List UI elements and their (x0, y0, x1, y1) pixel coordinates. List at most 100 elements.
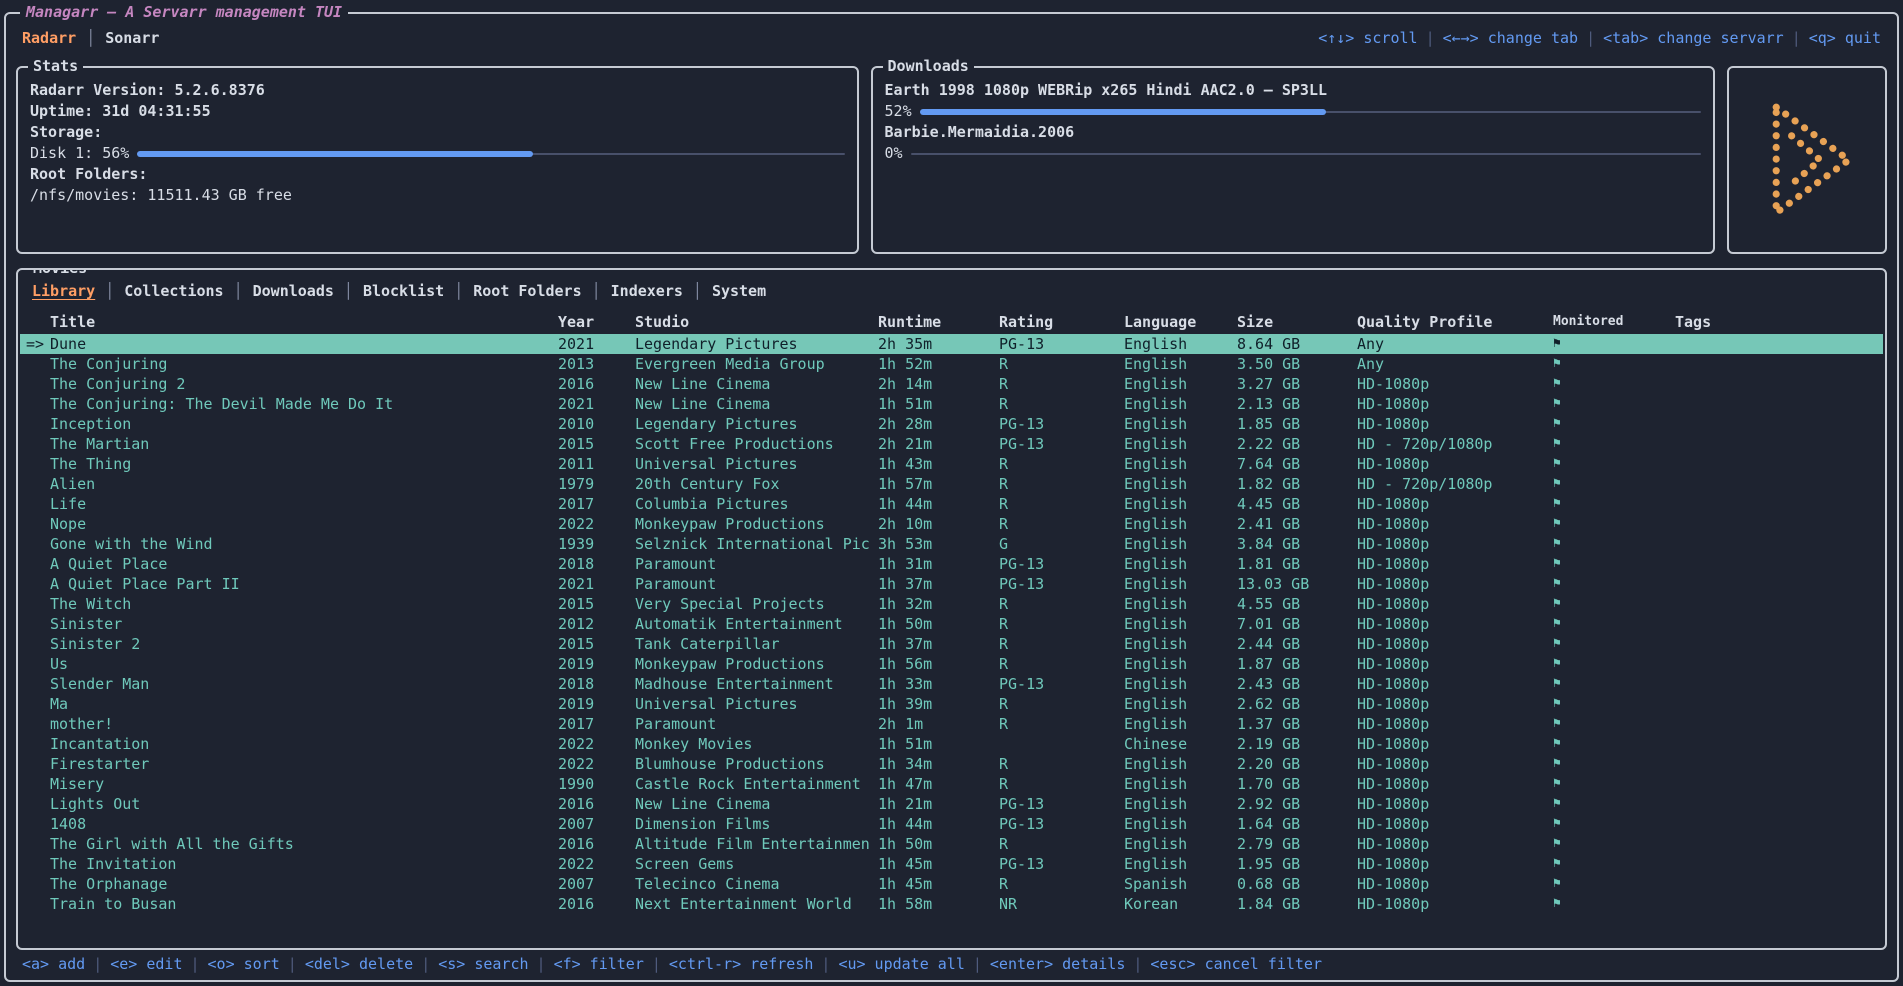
movie-row[interactable]: Inception2010Legendary Pictures2h 28mPG-… (20, 414, 1883, 434)
movie-row[interactable]: A Quiet Place Part II2021Paramount1h 37m… (20, 574, 1883, 594)
movie-row[interactable]: The Conjuring 22016New Line Cinema2h 14m… (20, 374, 1883, 394)
movie-rating: PG-13 (999, 674, 1124, 694)
monitored-flag-icon: ⚑ (1553, 454, 1675, 474)
movie-row[interactable]: The Invitation2022Screen Gems1h 45mPG-13… (20, 854, 1883, 874)
monitored-flag-icon: ⚑ (1553, 714, 1675, 734)
movie-row[interactable]: The Conjuring: The Devil Made Me Do It20… (20, 394, 1883, 414)
movie-year: 2022 (558, 734, 635, 754)
movie-row[interactable]: Incantation2022Monkey Movies1h 51mChines… (20, 734, 1883, 754)
movie-rating: R (999, 634, 1124, 654)
movies-table-body: =>Dune2021Legendary Pictures2h 35mPG-13E… (20, 334, 1883, 914)
movies-table-header: TitleYearStudioRuntimeRatingLanguageSize… (20, 312, 1883, 332)
tab-separator: │ (582, 282, 611, 300)
servarr-tab-radarr[interactable]: Radarr (22, 29, 76, 47)
monitored-flag-icon: ⚑ (1553, 814, 1675, 834)
movie-row[interactable]: 14082007Dimension Films1h 44mPG-13Englis… (20, 814, 1883, 834)
tab-root-folders[interactable]: Root Folders (473, 282, 581, 300)
movie-year: 2016 (558, 794, 635, 814)
download-progress-gauge (920, 106, 1701, 118)
keybind-separator: | (813, 955, 838, 973)
movie-row[interactable]: Life2017Columbia Pictures1h 44mREnglish4… (20, 494, 1883, 514)
movies-table: TitleYearStudioRuntimeRatingLanguageSize… (18, 304, 1885, 914)
movie-row[interactable]: The Conjuring2013Evergreen Media Group1h… (20, 354, 1883, 374)
movie-studio: Monkey Movies (635, 734, 878, 754)
movie-title: Slender Man (50, 674, 558, 694)
movie-language: English (1124, 334, 1237, 354)
column-header-tags: Tags (1675, 312, 1883, 332)
movie-language: English (1124, 574, 1237, 594)
movie-row[interactable]: Gone with the Wind1939Selznick Internati… (20, 534, 1883, 554)
servarr-tab-sonarr[interactable]: Sonarr (105, 29, 159, 47)
movie-row[interactable]: Sinister 22015Tank Caterpillar1h 37mREng… (20, 634, 1883, 654)
movie-row[interactable]: Lights Out2016New Line Cinema1h 21mPG-13… (20, 794, 1883, 814)
movie-rating: PG-13 (999, 554, 1124, 574)
movie-title: mother! (50, 714, 558, 734)
movie-runtime: 1h 37m (878, 634, 999, 654)
row-selection-prefix: => (20, 334, 50, 354)
movie-row[interactable]: Alien197920th Century Fox1h 57mREnglish1… (20, 474, 1883, 494)
movie-row[interactable]: The Orphanage2007Telecinco Cinema1h 45mR… (20, 874, 1883, 894)
movie-size: 4.55 GB (1237, 594, 1357, 614)
movie-size: 2.13 GB (1237, 394, 1357, 414)
movie-row[interactable]: Firestarter2022Blumhouse Productions1h 3… (20, 754, 1883, 774)
tab-blocklist[interactable]: Blocklist (363, 282, 444, 300)
movie-quality-profile: HD - 720p/1080p (1357, 474, 1553, 494)
movie-title: The Invitation (50, 854, 558, 874)
movie-rating: R (999, 874, 1124, 894)
movie-row[interactable]: =>Dune2021Legendary Pictures2h 35mPG-13E… (20, 334, 1883, 354)
movie-row[interactable]: Us2019Monkeypaw Productions1h 56mREnglis… (20, 654, 1883, 674)
download-progress-gauge (911, 148, 1701, 160)
tab-system[interactable]: System (712, 282, 766, 300)
movie-row[interactable]: Slender Man2018Madhouse Entertainment1h … (20, 674, 1883, 694)
stats-body: Radarr Version: 5.2.6.8376 Uptime: 31d 0… (18, 68, 857, 206)
movie-row[interactable]: Nope2022Monkeypaw Productions2h 10mREngl… (20, 514, 1883, 534)
movie-row[interactable]: The Witch2015Very Special Projects1h 32m… (20, 594, 1883, 614)
tab-collections[interactable]: Collections (124, 282, 223, 300)
monitored-flag-icon: ⚑ (1553, 854, 1675, 874)
movie-quality-profile: HD-1080p (1357, 854, 1553, 874)
movie-row[interactable]: Misery1990Castle Rock Entertainment1h 47… (20, 774, 1883, 794)
tab-downloads[interactable]: Downloads (253, 282, 334, 300)
disk-usage-label: Disk 1: 56% (30, 143, 129, 164)
movie-year: 2022 (558, 514, 635, 534)
movie-quality-profile: HD-1080p (1357, 394, 1553, 414)
movie-row[interactable]: The Girl with All the Gifts2016Altitude … (20, 834, 1883, 854)
movie-year: 2017 (558, 714, 635, 734)
tab-separator: │ (444, 282, 473, 300)
movie-year: 2015 (558, 594, 635, 614)
movie-quality-profile: HD-1080p (1357, 534, 1553, 554)
movie-rating: R (999, 754, 1124, 774)
download-item-name: Barbie.Mermaidia.2006 (885, 122, 1701, 143)
movie-language: Korean (1124, 894, 1237, 914)
movie-size: 3.84 GB (1237, 534, 1357, 554)
movie-row[interactable]: The Martian2015Scott Free Productions2h … (20, 434, 1883, 454)
movies-panel: Movies Library│Collections│Downloads│Blo… (16, 268, 1887, 950)
movie-rating: R (999, 514, 1124, 534)
movie-row[interactable]: The Thing2011Universal Pictures1h 43mREn… (20, 454, 1883, 474)
movie-year: 2019 (558, 694, 635, 714)
movie-size: 2.43 GB (1237, 674, 1357, 694)
tab-indexers[interactable]: Indexers (611, 282, 683, 300)
movie-rating: R (999, 354, 1124, 374)
movie-runtime: 3h 53m (878, 534, 999, 554)
movie-row[interactable]: A Quiet Place2018Paramount1h 31mPG-13Eng… (20, 554, 1883, 574)
movie-row[interactable]: Ma2019Universal Pictures1h 39mREnglish2.… (20, 694, 1883, 714)
movie-runtime: 1h 56m (878, 654, 999, 674)
column-header-rating: Rating (999, 312, 1124, 332)
keybind-hint: <del> delete (305, 955, 413, 973)
movie-row[interactable]: mother!2017Paramount2h 1mREnglish1.37 GB… (20, 714, 1883, 734)
movie-language: English (1124, 614, 1237, 634)
storage-label: Storage: (30, 122, 845, 143)
movie-studio: Automatik Entertainment (635, 614, 878, 634)
movie-runtime: 1h 21m (878, 794, 999, 814)
movie-rating: R (999, 454, 1124, 474)
movie-title: Gone with the Wind (50, 534, 558, 554)
monitored-flag-icon: ⚑ (1553, 774, 1675, 794)
movie-quality-profile: HD-1080p (1357, 694, 1553, 714)
movie-size: 1.87 GB (1237, 654, 1357, 674)
stats-panel: Stats Radarr Version: 5.2.6.8376 Uptime:… (16, 66, 859, 254)
movie-row[interactable]: Sinister2012Automatik Entertainment1h 50… (20, 614, 1883, 634)
keybind-hint: <q> quit (1809, 29, 1881, 47)
movie-row[interactable]: Train to Busan2016Next Entertainment Wor… (20, 894, 1883, 914)
tab-library[interactable]: Library (32, 282, 95, 300)
